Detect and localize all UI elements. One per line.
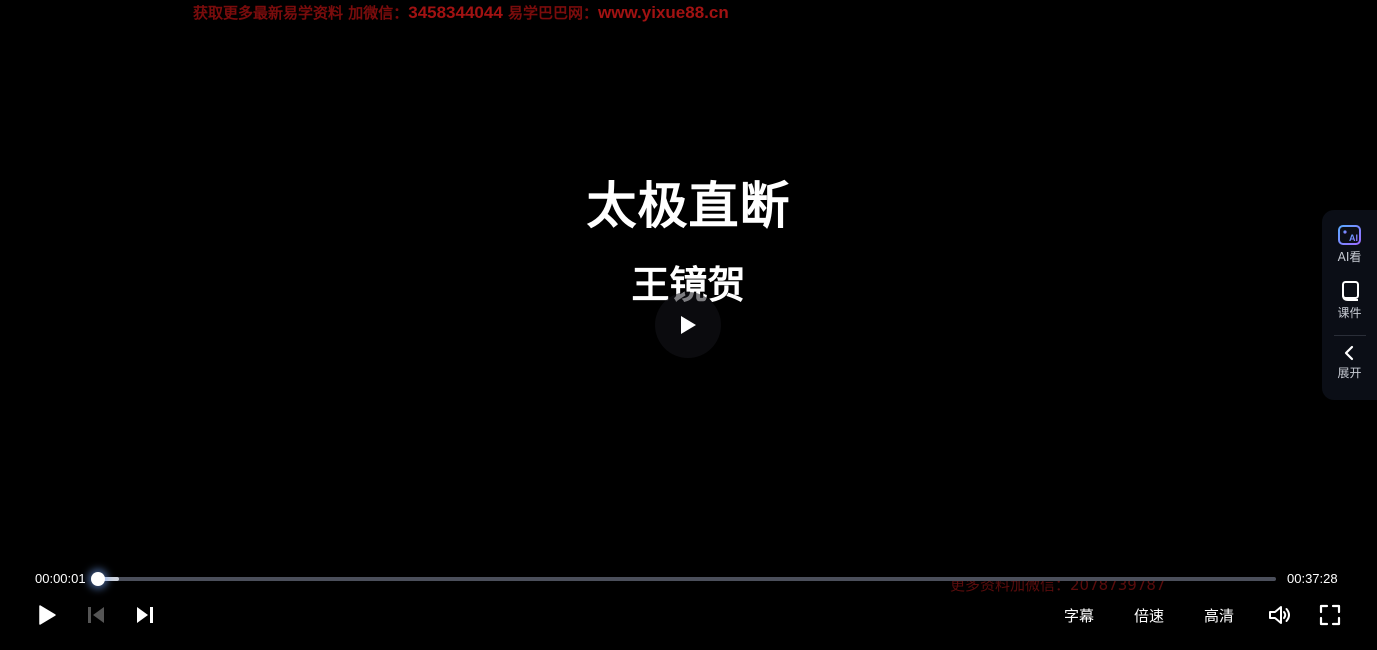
play-button[interactable] (36, 603, 58, 627)
watermark-top: 获取更多最新易学资料 加微信：3458344044 易学巴巴网：www.yixu… (193, 2, 729, 23)
next-button[interactable] (134, 603, 156, 627)
expand-button[interactable]: 展开 (1322, 344, 1377, 381)
watermark-phone: 3458344044 (408, 3, 503, 22)
play-icon (681, 316, 696, 334)
watermark-prefix: 获取更多最新易学资料 加微信： (193, 4, 409, 22)
fullscreen-icon (1319, 604, 1341, 626)
side-panel: AI AI看 课件 展开 (1322, 210, 1377, 400)
watermark-middle: 易学巴巴网： (502, 4, 599, 22)
current-time: 00:00:01 (35, 571, 86, 586)
speed-button[interactable]: 倍速 (1134, 605, 1164, 626)
previous-button[interactable] (85, 603, 107, 627)
chevron-left-icon (1344, 345, 1353, 361)
watermark-url: www.yixue88.cn (598, 3, 729, 22)
next-icon (137, 607, 153, 623)
ai-watch-label: AI看 (1337, 250, 1362, 264)
courseware-icon (1341, 281, 1359, 301)
fullscreen-button[interactable] (1318, 603, 1342, 627)
expand-label: 展开 (1337, 366, 1362, 380)
courseware-button[interactable]: 课件 (1322, 280, 1377, 321)
ai-icon: AI (1337, 225, 1361, 245)
video-title: 太极直断 (586, 177, 791, 235)
play-icon (39, 605, 56, 625)
progress-knob[interactable] (91, 572, 106, 586)
courseware-label: 课件 (1337, 306, 1362, 320)
total-time: 00:37:28 (1287, 571, 1338, 586)
progress-bar[interactable] (91, 572, 1276, 586)
center-play-button[interactable] (655, 292, 721, 358)
prev-icon (88, 607, 104, 623)
quality-button[interactable]: 高清 (1204, 605, 1234, 626)
volume-button[interactable] (1267, 603, 1293, 627)
video-player[interactable]: 获取更多最新易学资料 加微信：3458344044 易学巴巴网：www.yixu… (0, 0, 1377, 650)
svg-text:AI: AI (1349, 233, 1358, 243)
subtitle-button[interactable]: 字幕 (1064, 605, 1094, 626)
side-divider (1334, 335, 1366, 336)
volume-icon (1269, 606, 1290, 624)
ai-watch-button[interactable]: AI AI看 (1322, 224, 1377, 265)
